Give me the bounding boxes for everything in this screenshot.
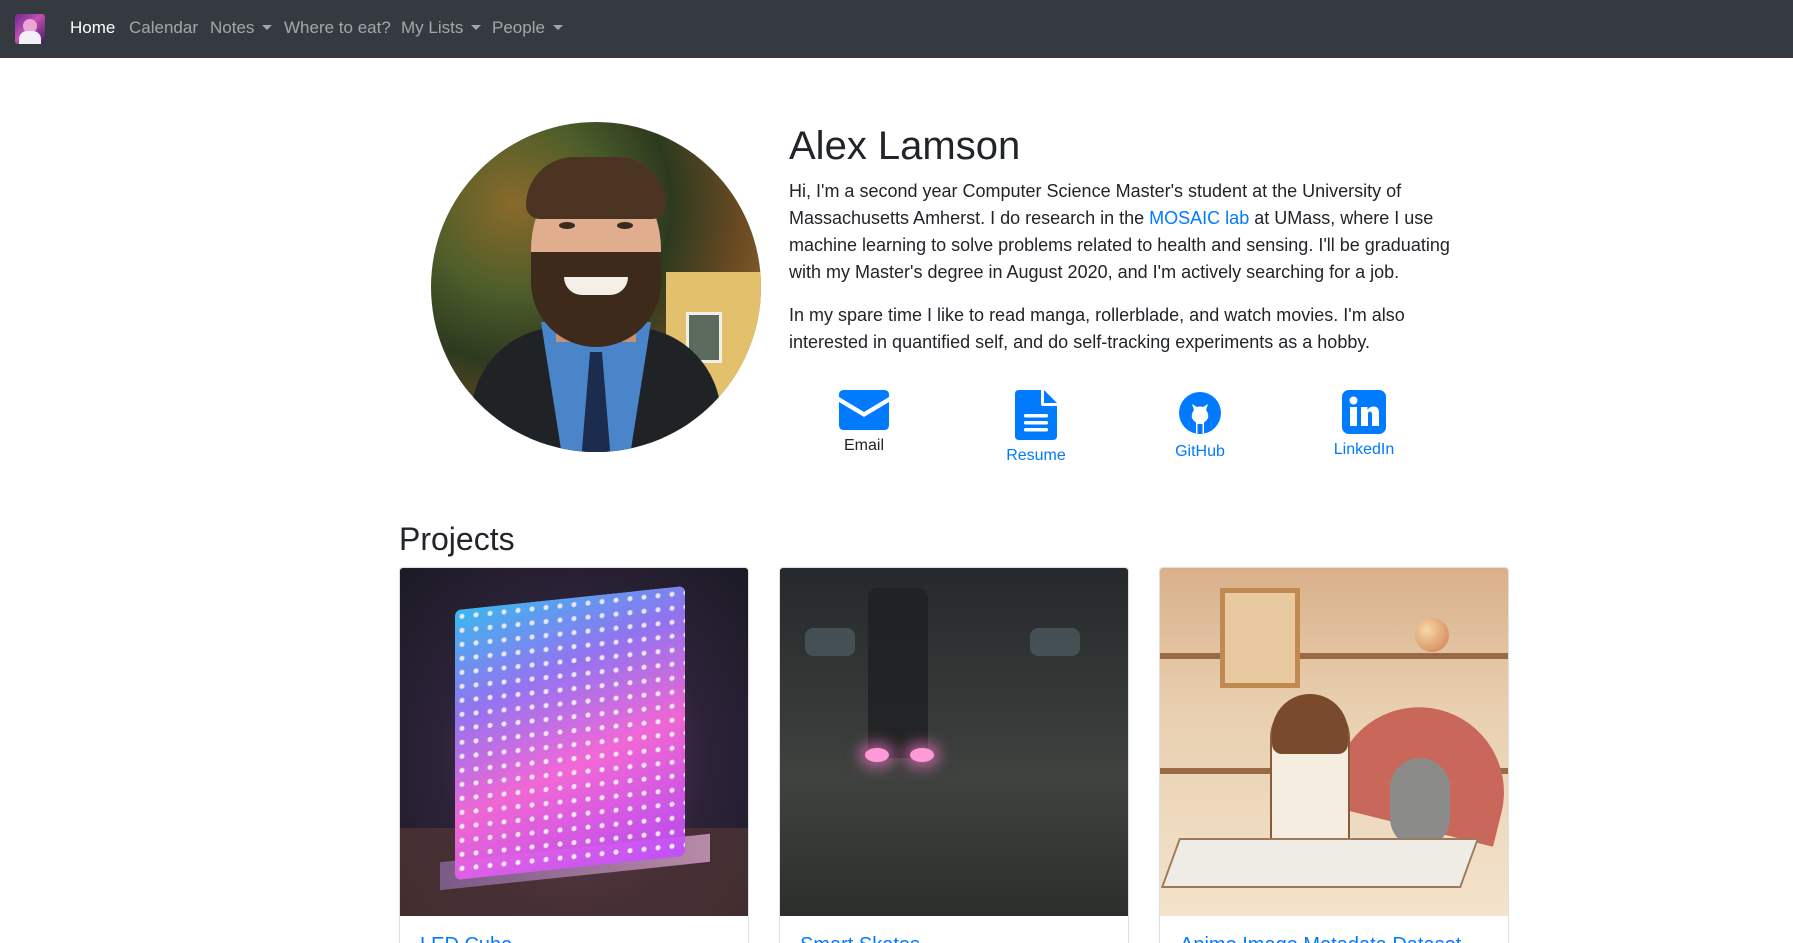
github-icon [1179,392,1221,434]
email-link[interactable]: Email [804,390,924,456]
linkedin-link[interactable]: LinkedIn [1304,390,1424,460]
linkedin-label: LinkedIn [1333,441,1395,458]
chevron-down-icon [471,25,482,30]
nav-where-to-eat[interactable]: Where to eat? [284,17,391,39]
nav-people-label: People [492,18,545,37]
document-icon [1015,390,1057,440]
nav-home[interactable]: Home [70,17,115,39]
bio-paragraph-hobbies: In my spare time I like to read manga, r… [789,305,1405,352]
linkedin-icon [1342,390,1386,434]
profile-photo [431,122,761,452]
anime-illustration-image[interactable] [1160,568,1508,916]
github-label: GitHub [1175,443,1225,460]
email-label: Email [843,437,884,454]
nav-notes-dropdown[interactable]: Notes [210,17,273,39]
nav-my-lists-label: My Lists [401,18,464,37]
bio-paragraph-research: Hi, I'm a second year Computer Science M… [789,181,1450,282]
nav-calendar[interactable]: Calendar [129,17,198,39]
nav-my-lists-dropdown[interactable]: My Lists [401,17,482,39]
resume-label: Resume [1006,447,1066,464]
led-cube-image[interactable] [400,568,748,916]
project-title-anime-dataset[interactable]: Anime Image Metadata Dataset [1180,933,1461,943]
site-avatar-icon[interactable] [15,14,45,44]
project-card-led-cube[interactable]: LED Cube [399,567,749,943]
mosaic-lab-link[interactable]: MOSAIC lab [1149,208,1249,228]
resume-link[interactable]: Resume [976,390,1096,466]
project-title-smart-skates[interactable]: Smart Skates [800,933,920,943]
project-title-led-cube[interactable]: LED Cube [420,933,512,943]
nav-people-dropdown[interactable]: People [492,17,563,39]
profile-name: Alex Lamson [789,124,1021,168]
envelope-icon [839,390,889,430]
chevron-down-icon [552,25,563,30]
github-link[interactable]: GitHub [1140,390,1260,462]
nav-notes-label: Notes [210,18,255,37]
project-card-smart-skates[interactable]: Smart Skates [779,567,1129,943]
smart-skates-image[interactable] [780,568,1128,916]
project-card-anime-dataset[interactable]: Anime Image Metadata Dataset [1159,567,1509,943]
top-navbar: Home Calendar Notes Where to eat? My Lis… [0,0,1793,58]
projects-heading: Projects [399,521,515,557]
chevron-down-icon [262,25,273,30]
